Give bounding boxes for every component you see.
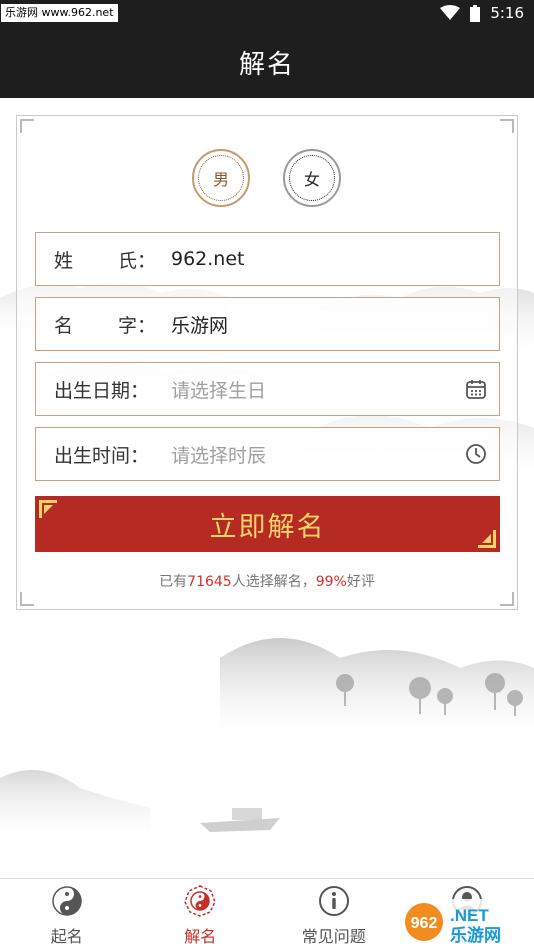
card-corner [20,119,34,133]
analyze-name-button[interactable]: 立即解名 [35,496,500,552]
birth-date-field[interactable]: 出生日期： 请选择生日 [35,362,500,416]
clock-icon[interactable] [465,443,487,465]
watermark-tag: 乐游网 www.962.net [1,4,118,22]
svg-text:.NET: .NET [450,906,489,925]
given-name-label: 名 字： [54,314,156,337]
surname-field[interactable]: 姓 氏： 962.net [35,232,500,286]
gender-female-label: 女 [303,170,320,189]
stats-line: 已有71645人选择解名，99%好评 [159,574,375,590]
wifi-icon [440,5,461,20]
birth-date-label: 出生日期： [54,379,150,402]
surname-input[interactable]: 962.net [171,248,499,270]
battery-icon [470,4,481,22]
user-count: 71645 [187,574,232,590]
corner-ornament-icon [39,500,57,518]
gender-female-button[interactable]: 女 [283,149,341,207]
status-time: 5:16 [490,4,524,22]
info-icon [318,886,349,916]
svg-text:乐游网: 乐游网 [450,925,501,946]
site-watermark-logo: 962 .NET 乐游网 [402,899,532,946]
bottom-nav: 起名 解名 常见问题 我的 962 .NET 乐游网 [0,878,534,949]
calendar-icon[interactable] [465,378,487,400]
card-corner [500,119,514,133]
name-analysis-card: 男 女 姓 氏： 962.net 名 字： 乐游网 出生日期： 请选择生日 出生… [16,115,518,610]
nav-label: 解名 [184,927,217,946]
nav-item-name-giving[interactable]: 起名 [0,879,134,949]
surname-label: 姓 氏： [54,249,156,272]
given-name-field[interactable]: 名 字： 乐游网 [35,297,500,351]
gender-male-button[interactable]: 男 [192,149,250,207]
birth-time-input[interactable]: 请选择时辰 [171,441,465,468]
rating-percent: 99% [315,574,347,590]
nav-item-name-analysis[interactable]: 解名 [134,879,268,949]
birth-time-label: 出生时间： [54,444,150,467]
status-icons: 5:16 [440,4,524,22]
bagua-icon [184,885,217,917]
svg-text:962: 962 [411,915,438,932]
birth-time-field[interactable]: 出生时间： 请选择时辰 [35,427,500,481]
page-title-bar: 解名 [0,26,534,98]
analyze-name-label: 立即解名 [209,511,326,543]
card-corner [500,592,514,606]
given-name-input[interactable]: 乐游网 [171,311,499,338]
gender-male-label: 男 [212,170,229,189]
nav-label: 常见问题 [301,927,366,946]
yin-yang-icon [52,886,82,916]
birth-date-input[interactable]: 请选择生日 [171,376,465,403]
nav-label: 起名 [50,927,83,946]
card-corner [20,592,34,606]
page-title: 解名 [238,49,295,80]
nav-item-faq[interactable]: 常见问题 [267,879,401,949]
corner-ornament-icon [478,530,496,548]
status-bar: 乐游网 www.962.net 5:16 [0,0,534,26]
